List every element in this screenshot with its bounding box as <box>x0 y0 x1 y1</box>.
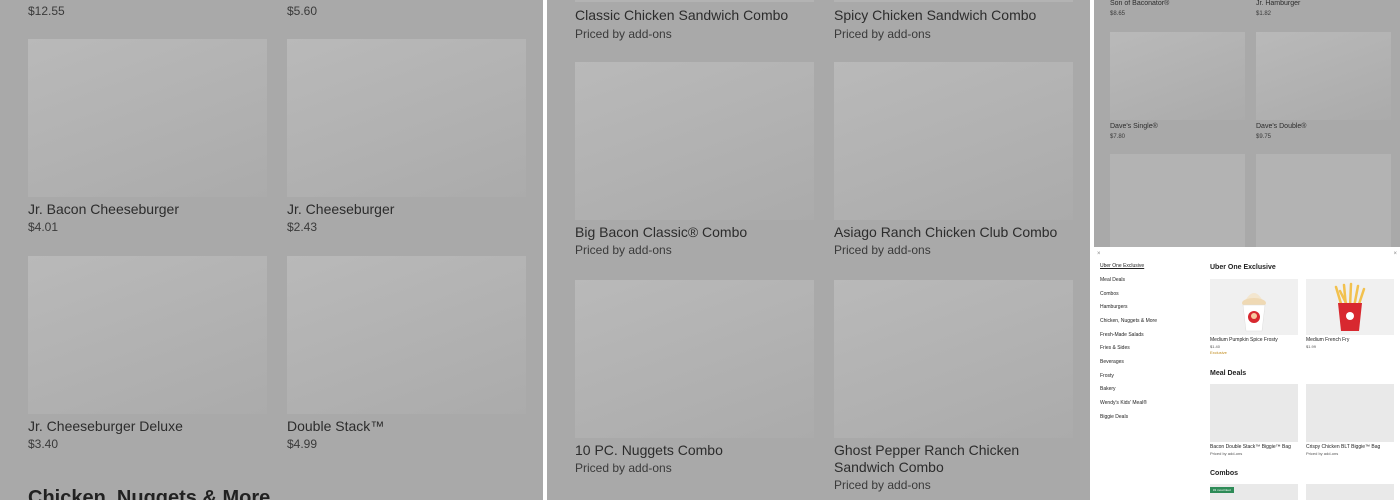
item-price: $5.60 <box>287 4 318 18</box>
item-price: $4.01 <box>28 220 59 234</box>
item-image <box>834 62 1073 220</box>
item-image <box>834 0 1073 2</box>
fries-icon <box>1334 282 1366 331</box>
frosty-icon <box>1242 293 1266 332</box>
item-image <box>1210 279 1298 335</box>
item-name: Jr. Cheeseburger Deluxe <box>28 418 183 434</box>
item-name: Dave's Single® <box>1110 123 1158 130</box>
menu-item-card[interactable]: Crispy Chicken BLT Biggie™ Bag Priced by… <box>1306 384 1394 459</box>
item-image <box>1110 154 1245 247</box>
item-name: Son of Baconator® <box>1110 0 1170 7</box>
item-name: Classic Chicken Sandwich Combo <box>575 7 789 23</box>
item-price: $9.75 <box>1256 134 1272 140</box>
item-price: $7.80 <box>1110 134 1126 140</box>
close-icon[interactable]: × <box>1097 251 1101 257</box>
nav-item-chicken[interactable]: Chicken, Nuggets & More <box>1100 318 1157 324</box>
nav-item-kids-meal[interactable]: Wendy's Kids' Meal® <box>1100 400 1147 406</box>
item-image <box>287 256 526 414</box>
menu-item-card[interactable]: Bacon Double Stack™ Biggie™ Bag Priced b… <box>1210 384 1298 459</box>
menu-panel-hamburgers: Son of Baconator® $8.65 Jr. Hamburger $1… <box>1094 0 1400 247</box>
item-image <box>575 62 814 220</box>
nav-item-beverages[interactable]: Beverages <box>1100 359 1124 365</box>
menu-panel-burgers: $12.55 $5.60 Jr. Bacon Cheeseburger $4.0… <box>0 0 543 500</box>
menu-item-card[interactable]: Medium Pumpkin Spice Frosty $1.40 Exclus… <box>1210 279 1298 359</box>
item-name: Jr. Cheeseburger <box>287 201 395 217</box>
item-image <box>575 0 814 2</box>
item-price: $12.55 <box>28 4 65 18</box>
item-price: Priced by add-ons <box>575 27 672 41</box>
item-price: Priced by add-ons <box>575 243 672 257</box>
item-name: Ghost Pepper Ranch Chicken Sandwich Comb… <box>834 442 1020 475</box>
item-image <box>834 280 1073 438</box>
nav-item-meal-deals[interactable]: Meal Deals <box>1100 277 1125 283</box>
item-name: Asiago Ranch Chicken Club Combo <box>834 224 1058 240</box>
item-name: Jr. Bacon Cheeseburger <box>28 201 179 217</box>
item-image <box>1306 384 1394 442</box>
item-name: Big Bacon Classic® Combo <box>575 224 748 240</box>
nav-item-uber-one-exclusive[interactable]: Uber One Exclusive <box>1100 263 1144 269</box>
item-name: Spicy Chicken Sandwich Combo <box>834 7 1037 23</box>
item-price: Priced by add-ons <box>834 27 931 41</box>
nav-item-biggie-deals[interactable]: Biggie Deals <box>1100 414 1128 420</box>
item-price: $1.82 <box>1256 11 1272 17</box>
section-heading: Chicken, Nuggets & More <box>28 487 271 500</box>
item-image <box>1306 279 1394 335</box>
section-heading: Meal Deals <box>1210 370 1247 377</box>
item-price: $1.99 <box>1306 344 1317 349</box>
item-image <box>1210 384 1298 442</box>
item-image <box>287 39 526 197</box>
exclusive-tag: Exclusive <box>1210 350 1227 355</box>
section-heading: Combos <box>1210 470 1238 477</box>
nav-item-bakery[interactable]: Bakery <box>1100 386 1116 392</box>
item-image <box>28 39 267 197</box>
item-name: Dave's Double® <box>1256 123 1307 130</box>
item-price: Priced by add-ons <box>1306 451 1339 456</box>
item-image <box>1256 32 1391 120</box>
item-image <box>575 280 814 438</box>
item-price: Priced by add-ons <box>1210 451 1243 456</box>
item-price: $8.65 <box>1110 11 1126 17</box>
nav-item-salads[interactable]: Fresh-Made Salads <box>1100 332 1144 338</box>
item-name: 10 PC. Nuggets Combo <box>575 442 723 458</box>
menu-item-card[interactable]: Medium French Fry $1.99 <box>1306 279 1394 359</box>
item-name: Medium French Fry <box>1306 337 1350 343</box>
item-price: Priced by add-ons <box>575 461 672 475</box>
item-price: $2.43 <box>287 220 318 234</box>
nav-item-hamburgers[interactable]: Hamburgers <box>1100 304 1128 310</box>
item-price: $1.40 <box>1210 344 1221 349</box>
item-name: Jr. Hamburger <box>1256 0 1301 7</box>
item-price: $3.40 <box>28 437 59 451</box>
status-badge: #1 most liked <box>1210 487 1234 493</box>
item-name: Bacon Double Stack™ Biggie™ Bag <box>1210 444 1291 450</box>
item-name: Crispy Chicken BLT Biggie™ Bag <box>1306 444 1381 450</box>
item-image <box>28 256 267 414</box>
nav-item-combos[interactable]: Combos <box>1100 291 1119 297</box>
item-name: Double Stack™ <box>287 418 385 434</box>
item-price: Priced by add-ons <box>834 478 931 492</box>
item-image <box>1110 32 1245 120</box>
item-price: Priced by add-ons <box>834 243 931 257</box>
item-price: $4.99 <box>287 437 318 451</box>
item-image <box>1256 154 1391 247</box>
section-heading: Uber One Exclusive <box>1210 264 1276 271</box>
item-image <box>1306 484 1394 500</box>
nav-item-frosty[interactable]: Frosty <box>1100 373 1114 379</box>
menu-panel-combos: Classic Chicken Sandwich Combo Priced by… <box>547 0 1090 500</box>
item-name: Medium Pumpkin Spice Frosty <box>1210 337 1278 343</box>
store-menu-panel: × × Uber One Exclusive Meal Deals Combos… <box>1094 251 1400 500</box>
nav-item-fries-sides[interactable]: Fries & Sides <box>1100 345 1130 351</box>
close-icon[interactable]: × <box>1393 251 1397 257</box>
